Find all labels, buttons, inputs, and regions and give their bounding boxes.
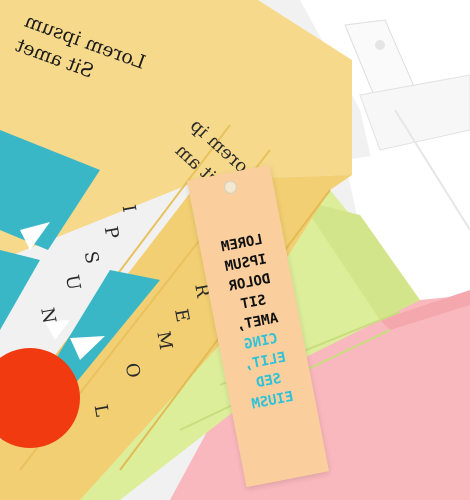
spine-letter: M [152, 329, 177, 352]
photo-scene: Lorem ipsum Sit amet Lorem ip Sit am N U… [0, 0, 470, 500]
bookmark-hole [222, 179, 239, 195]
white-tag-hole [375, 40, 385, 50]
